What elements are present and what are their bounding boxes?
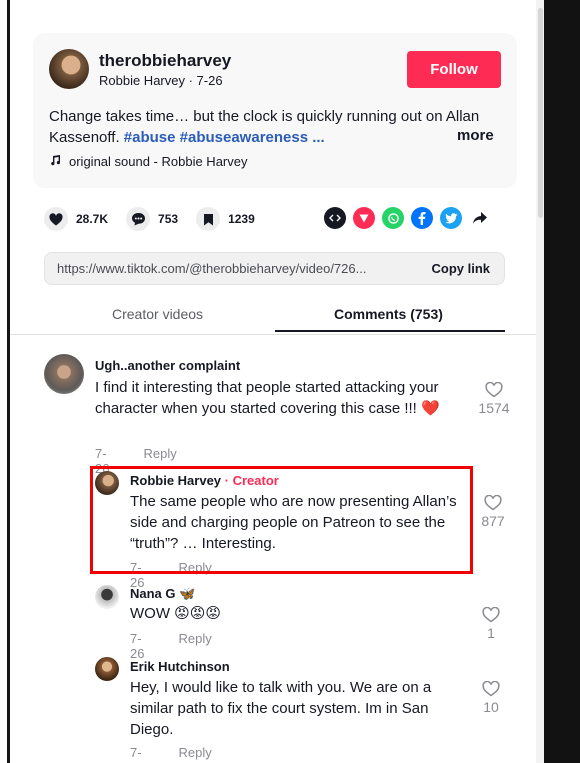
left-margin xyxy=(0,0,7,763)
comment-author[interactable]: Erik Hutchinson xyxy=(130,659,230,674)
comment-text: WOW 😡😡😡 xyxy=(130,605,222,622)
like-count: 1574 xyxy=(478,400,510,416)
comment-date: 7-26 xyxy=(130,745,144,763)
divider xyxy=(10,334,536,335)
sound-link[interactable]: original sound - Robbie Harvey xyxy=(49,154,247,169)
left-border xyxy=(7,0,10,763)
reply-button[interactable]: Reply xyxy=(143,446,176,476)
facebook-icon[interactable] xyxy=(411,207,433,229)
send-to-friends-icon[interactable] xyxy=(353,207,375,229)
twitter-icon[interactable] xyxy=(440,207,462,229)
author-username[interactable]: therobbieharvey xyxy=(99,51,231,71)
comment-like[interactable]: 1574 xyxy=(476,382,512,416)
hashtags[interactable]: #abuse #abuseawareness ... xyxy=(124,129,325,146)
author-name[interactable]: Robbie Harvey xyxy=(130,473,221,488)
comment-text: Hey, I would like to talk with you. We a… xyxy=(130,679,432,738)
reply-button[interactable]: Reply xyxy=(178,745,211,763)
dark-side-panel xyxy=(544,0,580,763)
share-icons xyxy=(324,207,491,229)
avatar[interactable] xyxy=(95,585,119,609)
comment-like[interactable]: 877 xyxy=(476,495,510,529)
active-tab-indicator xyxy=(275,330,505,332)
post-description: Change takes time… but the clock is quic… xyxy=(49,106,499,148)
like-stat[interactable]: 28.7K xyxy=(44,207,108,231)
avatar[interactable] xyxy=(95,657,119,681)
save-stat[interactable]: 1239 xyxy=(196,207,255,231)
share-link-box: https://www.tiktok.com/@therobbieharvey/… xyxy=(44,252,505,285)
comment-bubble-icon[interactable] xyxy=(126,207,151,231)
save-count: 1239 xyxy=(228,212,255,226)
comment-like[interactable]: 10 xyxy=(476,681,506,715)
tab-comments[interactable]: Comments (753) xyxy=(334,306,443,322)
avatar[interactable] xyxy=(44,354,84,394)
embed-icon[interactable] xyxy=(324,207,346,229)
copy-link-button[interactable]: Copy link xyxy=(417,261,504,276)
comment-text: The same people who are now presenting A… xyxy=(130,493,457,552)
forward-arrow-icon[interactable] xyxy=(469,207,491,229)
comment-author[interactable]: Robbie Harvey · Creator xyxy=(130,473,279,488)
comment-date: 7-26 xyxy=(130,631,145,661)
comment-stat[interactable]: 753 xyxy=(126,207,178,231)
author-avatar[interactable] xyxy=(49,49,89,89)
tab-bar: Creator videos Comments (753) xyxy=(44,300,505,334)
heart-outline-icon[interactable] xyxy=(484,495,502,511)
more-button[interactable]: more xyxy=(457,127,494,144)
comment-like[interactable]: 1 xyxy=(476,607,506,641)
video-url[interactable]: https://www.tiktok.com/@therobbieharvey/… xyxy=(45,261,417,276)
comment-count: 753 xyxy=(158,212,179,226)
heart-icon[interactable] xyxy=(44,207,68,231)
like-count: 877 xyxy=(481,513,505,529)
heart-outline-icon[interactable] xyxy=(482,607,500,623)
scrollbar-thumb[interactable] xyxy=(538,8,543,218)
author-display-line: Robbie Harvey · 7-26 xyxy=(99,73,223,88)
creator-badge: · Creator xyxy=(221,473,279,488)
comment-text: I find it interesting that people starte… xyxy=(95,379,440,417)
bookmark-icon[interactable] xyxy=(196,207,221,231)
tab-creator-videos[interactable]: Creator videos xyxy=(112,306,203,322)
sound-label: original sound - Robbie Harvey xyxy=(69,154,248,169)
whatsapp-icon[interactable] xyxy=(382,207,404,229)
music-note-icon xyxy=(49,154,61,169)
heart-outline-icon[interactable] xyxy=(482,681,500,697)
post-info-card: therobbieharvey Robbie Harvey · 7-26 Fol… xyxy=(33,33,517,188)
like-count: 1 xyxy=(487,625,495,641)
comment-meta: 7-26 Reply xyxy=(130,745,212,763)
comment-author[interactable]: Nana G 🦋 xyxy=(130,586,195,602)
comment-author[interactable]: Ugh..another complaint xyxy=(95,358,240,373)
avatar[interactable] xyxy=(95,471,119,495)
reply-button[interactable]: Reply xyxy=(178,631,211,661)
heart-outline-icon[interactable] xyxy=(485,382,503,398)
like-count: 28.7K xyxy=(76,212,109,226)
follow-button[interactable]: Follow xyxy=(407,51,501,88)
engagement-stats: 28.7K 753 1239 xyxy=(44,207,273,231)
like-count: 10 xyxy=(483,699,499,715)
comment-meta: 7-26 Reply xyxy=(130,631,212,661)
